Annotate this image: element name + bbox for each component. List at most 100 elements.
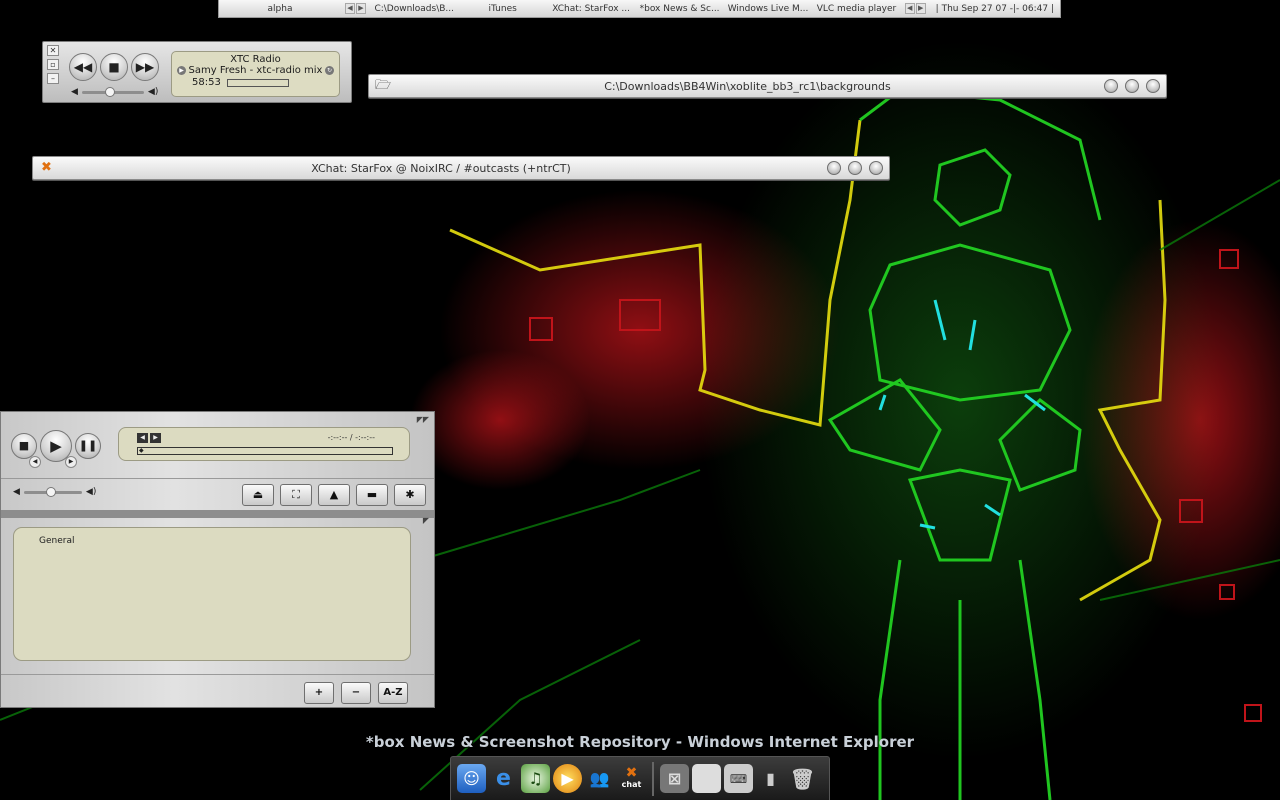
itunes-icon[interactable]: ♫ (521, 764, 550, 793)
previous-button[interactable]: ◀ (29, 456, 41, 468)
volume-slider-knob[interactable] (104, 86, 115, 97)
track-row: ▶ Samy Fresh - xtc-radio mix ↻ (172, 65, 339, 76)
folder-icon: 🗁 (375, 78, 392, 93)
task-explorer[interactable]: C:\Downloads\B... (370, 4, 458, 14)
station-name: XTC Radio (230, 54, 281, 65)
task-list: C:\Downloads\B... iTunes XChat: StarFox … (370, 4, 901, 14)
playlist-footer: + − A-Z (1, 674, 434, 708)
next-button[interactable]: ▶ (65, 456, 77, 468)
close-button[interactable] (1146, 79, 1160, 93)
volume-slider-knob[interactable] (45, 486, 56, 497)
volume-low-icon: ◀ (13, 487, 20, 497)
keyboard-icon[interactable]: ⌨ (724, 764, 753, 793)
apple-icon[interactable] (692, 764, 721, 793)
eject-button[interactable]: ⏏ (242, 484, 274, 506)
restore-button[interactable]: ▫ (47, 59, 59, 70)
seek-buttons: ◀ ▶ (29, 456, 77, 468)
trash-icon[interactable]: 🗑 (788, 764, 817, 793)
resize-corner-icon[interactable]: ◤ (423, 516, 429, 525)
volume-high-icon: ◀) (85, 487, 97, 497)
player-display: ◀ ▶ -:--:-- / -:--:-- ◆ (118, 427, 410, 461)
task-browser[interactable]: *box News & Sc... (635, 4, 723, 14)
system-icon[interactable]: ▮ (756, 764, 785, 793)
player-toolbar: ◀ ◀) ⏏ ⛶ ▲ ▬ ✱ (1, 478, 434, 512)
minimize-button[interactable]: – (47, 73, 59, 84)
close-button[interactable] (869, 161, 883, 175)
task-itunes[interactable]: iTunes (458, 4, 546, 14)
workspace-label[interactable]: alpha (219, 4, 341, 14)
media-player: ◤◤ ■ ▶ ❚❚ ◀ ▶ ◀ ▶ -:--:-- / -:--:-- ◆ ◀ … (0, 411, 435, 708)
window-controls (1104, 79, 1160, 93)
task-xchat[interactable]: XChat: StarFox ... (547, 4, 635, 14)
blackbox-icon[interactable]: ⊠ (660, 764, 689, 793)
add-button[interactable]: + (304, 682, 334, 704)
elapsed-time: 58:53 (192, 77, 221, 88)
fast-forward-button[interactable]: ▶▶ (131, 53, 159, 81)
prev-workspace-button[interactable]: ◀ (345, 3, 355, 14)
media-player-icon[interactable]: ▶ (553, 764, 582, 793)
stop-button[interactable]: ■ (100, 53, 128, 81)
visualizer-button[interactable]: ✱ (394, 484, 426, 506)
active-window-caption: *box News & Screenshot Repository - Wind… (365, 733, 915, 751)
radio-volume: ◀ ◀) (71, 86, 159, 97)
playlist-panel: General (13, 527, 411, 661)
volume-high-icon: ◀) (147, 87, 159, 97)
seek-handle-icon[interactable]: ◆ (139, 448, 144, 454)
player-tools: ⏏ ⛶ ▲ ▬ ✱ (242, 484, 426, 506)
radio-player: ✕ ▫ – ◀◀ ■ ▶▶ ◀ ◀) XTC Radio ▶ Samy Fres… (42, 41, 352, 103)
window-title: XChat: StarFox @ NoixIRC / #outcasts (+n… (311, 162, 571, 175)
sort-button[interactable]: A-Z (378, 682, 408, 704)
xchat-icon: ✖ (41, 160, 52, 175)
prev-task-button[interactable]: ◀ (904, 3, 915, 14)
display-prev-icon[interactable]: ◀ (137, 433, 148, 443)
task-arrows: ◀ ▶ (901, 3, 930, 14)
window-title: C:\Downloads\BB4Win\xoblite_bb3_rc1\back… (604, 80, 891, 93)
display-buttons: ◀ ▶ (137, 433, 161, 443)
playlist-item[interactable]: General (39, 536, 74, 546)
task-vlc[interactable]: VLC media player (812, 4, 900, 14)
explorer-window[interactable]: 🗁 C:\Downloads\BB4Win\xoblite_bb3_rc1\ba… (368, 74, 1167, 98)
pause-button[interactable]: ❚❚ (75, 433, 101, 459)
time-row: 58:53 (172, 76, 339, 88)
playlist-toggle-button[interactable]: ▬ (356, 484, 388, 506)
window-controls (827, 161, 883, 175)
refresh-icon[interactable]: ↻ (324, 66, 334, 75)
minimize-button[interactable] (1104, 79, 1118, 93)
radio-window-buttons: ✕ ▫ – (47, 45, 59, 84)
volume-slider[interactable] (23, 486, 82, 497)
volume-low-icon: ◀ (71, 87, 78, 97)
xchat-icon[interactable]: ✖ chat (617, 764, 646, 793)
radio-display: XTC Radio ▶ Samy Fresh - xtc-radio mix ↻… (171, 51, 340, 97)
next-task-button[interactable]: ▶ (915, 3, 926, 14)
internet-explorer-icon[interactable]: e (489, 764, 518, 793)
maximize-button[interactable] (1125, 79, 1139, 93)
player-volume: ◀ ◀) (13, 486, 97, 497)
track-title: Samy Fresh - xtc-radio mix (188, 65, 323, 76)
radio-transport: ◀◀ ■ ▶▶ (69, 53, 159, 81)
time-display: -:--:-- / -:--:-- (327, 433, 375, 442)
play-icon[interactable]: ▶ (177, 66, 186, 75)
display-next-icon[interactable]: ▶ (150, 433, 161, 443)
workspace-arrows: ◀ ▶ (341, 3, 370, 14)
seek-bar[interactable]: ◆ (137, 447, 393, 455)
taskbar-clock[interactable]: | Thu Sep 27 07 -|- 06:47 | (930, 4, 1060, 14)
next-workspace-button[interactable]: ▶ (356, 3, 366, 14)
finder-icon[interactable]: ☺ (457, 764, 486, 793)
progress-bar[interactable] (226, 78, 289, 87)
messenger-icon[interactable]: 👥 (585, 764, 614, 793)
xchat-label: chat (621, 779, 642, 789)
volume-slider[interactable] (81, 86, 144, 97)
mini-mode-button[interactable]: ▲ (318, 484, 350, 506)
minimize-button[interactable] (827, 161, 841, 175)
dock: ☺ e ♫ ▶ 👥 ✖ chat ⊠ ⌨ ▮ 🗑 (450, 756, 830, 800)
close-button[interactable]: ✕ (47, 45, 59, 56)
fullscreen-button[interactable]: ⛶ (280, 484, 312, 506)
resize-corner-icon[interactable]: ◤◤ (417, 415, 429, 424)
remove-button[interactable]: − (341, 682, 371, 704)
rewind-button[interactable]: ◀◀ (69, 53, 97, 81)
task-messenger[interactable]: Windows Live M... (724, 4, 812, 14)
xchat-window[interactable]: ✖ XChat: StarFox @ NoixIRC / #outcasts (… (32, 156, 890, 180)
section-divider (1, 510, 434, 518)
playlist-buttons: + − A-Z (304, 682, 408, 704)
maximize-button[interactable] (848, 161, 862, 175)
